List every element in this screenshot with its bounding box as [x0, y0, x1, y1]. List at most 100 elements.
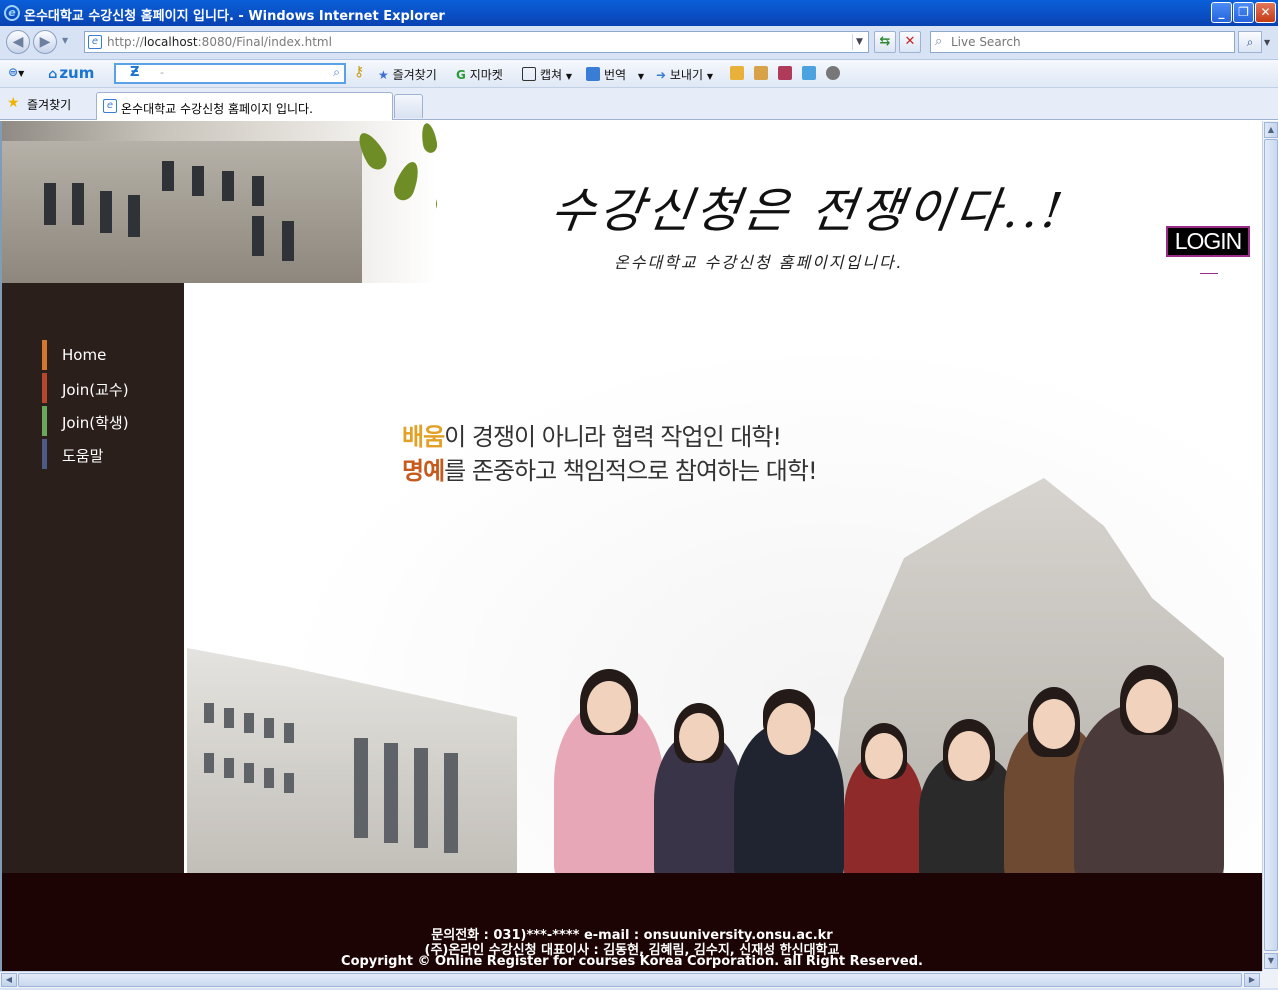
building-window — [282, 221, 294, 261]
footer-copyright: Copyright © Online Register for courses … — [341, 954, 923, 969]
minimize-button[interactable]: _ — [1211, 2, 1232, 23]
stop-button[interactable]: ✕ — [899, 31, 921, 53]
scroll-down-icon[interactable]: ▼ — [1264, 953, 1278, 969]
building-window — [264, 768, 274, 788]
toolbar-translate-button[interactable]: 번역 ▼ — [586, 66, 644, 83]
sidebar-item-join-professor[interactable]: Join(교수) — [42, 373, 162, 403]
sidebar-item-help[interactable]: 도움말 — [42, 439, 162, 469]
favorites-button[interactable]: 즐겨찾기 — [27, 96, 71, 113]
building-window — [252, 176, 264, 206]
back-button[interactable]: ◀ — [6, 30, 30, 54]
nav-color-bar — [42, 439, 47, 469]
student-face — [948, 731, 990, 781]
search-icon[interactable]: ⌕ — [333, 65, 340, 80]
sidebar-item-label: 도움말 — [62, 447, 104, 465]
home-icon: ⌂ — [48, 67, 58, 82]
building-window — [244, 713, 254, 733]
live-search-box[interactable]: ⌕ — [930, 31, 1235, 53]
zum-search-value: - — [160, 66, 164, 79]
toolbar-translate-label: 번역 — [604, 68, 627, 82]
building-window — [222, 171, 234, 201]
zum-logo[interactable]: ⌂ zum — [48, 64, 94, 82]
tagline-2-text: 를 존중하고 책임적으로 참여하는 대학! — [444, 457, 817, 485]
horizontal-scrollbar[interactable]: ◀ ▶ — [0, 971, 1262, 988]
url-dropdown-icon[interactable]: ▼ — [852, 34, 866, 50]
twitter-icon[interactable] — [802, 66, 820, 81]
restore-button[interactable]: ❐ — [1233, 2, 1254, 23]
sidebar-item-label: Join(교수) — [62, 381, 129, 399]
toolbar-gmarket-button[interactable]: G 지마켓 — [456, 66, 503, 83]
refresh-button[interactable]: ⇆ — [874, 31, 896, 53]
horizontal-scroll-thumb[interactable] — [18, 973, 1242, 987]
building-window — [244, 763, 254, 783]
hero-section: 배움이 경쟁이 아니라 협력 작업인 대학! 명예를 존중하고 책임적으로 참여… — [184, 283, 1262, 873]
toolbar-capture-label: 캡쳐 — [540, 68, 563, 82]
student — [844, 723, 924, 873]
book-icon[interactable] — [778, 66, 796, 81]
note-icon[interactable] — [730, 66, 748, 81]
toolbar-favorites-label: 즐겨찾기 — [392, 68, 437, 82]
vertical-scrollbar[interactable]: ▲ ▼ — [1262, 121, 1278, 971]
site-footer: 문의전화 : 031)***-**** e-mail : onsuunivers… — [2, 873, 1262, 971]
live-search-input[interactable] — [951, 33, 1231, 51]
leaf — [390, 158, 424, 204]
toolbar-favorites-button[interactable]: ★ 즐겨찾기 — [378, 66, 437, 83]
url-field[interactable]: e http://localhost:8080/Final/index.html… — [84, 31, 869, 53]
site-header: 수강신청은 전쟁이다..! 온수대학교 수강신청 홈페이지입니다. LOGIN — [2, 121, 1262, 283]
vertical-scroll-thumb[interactable] — [1264, 139, 1278, 951]
student — [554, 669, 664, 873]
ie-logo-icon: e — [4, 5, 20, 21]
student-face — [1126, 679, 1172, 733]
sidebar-item-label: Join(학생) — [62, 414, 129, 432]
close-button[interactable]: ✕ — [1255, 2, 1276, 23]
building-window — [414, 748, 428, 848]
key-icon[interactable]: ⚷ — [354, 64, 364, 80]
leaf — [431, 174, 437, 218]
zum-search-box[interactable]: Ƶ - ⌕ — [114, 63, 346, 84]
student-face — [1033, 699, 1075, 749]
header-campus-photo — [2, 121, 437, 283]
building-window — [44, 183, 56, 225]
search-icon: ⌕ — [935, 34, 943, 49]
search-options-dropdown-icon[interactable]: ▼ — [1264, 38, 1270, 47]
hero-tagline-1: 배움이 경쟁이 아니라 협력 작업인 대학! — [402, 417, 782, 452]
header-slogan: 수강신청은 전쟁이다..! — [547, 183, 1070, 239]
tab-bar: ★ 즐겨찾기 e 온수대학교 수강신청 홈페이지 입니다. — [0, 88, 1278, 120]
student-face — [767, 703, 811, 755]
more-options-icon[interactable] — [826, 66, 844, 81]
hero-tagline-2: 명예를 존중하고 책임적으로 참여하는 대학! — [402, 451, 818, 486]
nav-color-bar — [42, 373, 47, 403]
tab-label: 온수대학교 수강신청 홈페이지 입니다. — [121, 102, 313, 116]
search-go-button[interactable]: ⌕ — [1238, 31, 1262, 53]
header-building — [2, 141, 362, 283]
toolbar-capture-button[interactable]: 캡쳐 ▼ — [522, 66, 572, 83]
leaf — [419, 122, 437, 154]
tab-current[interactable]: e 온수대학교 수강신청 홈페이지 입니다. — [96, 92, 393, 120]
broom-icon[interactable] — [754, 66, 772, 81]
login-button[interactable]: LOGIN — [1166, 226, 1250, 257]
student — [654, 703, 744, 873]
sidebar-item-join-student[interactable]: Join(학생) — [42, 406, 162, 436]
history-dropdown-icon[interactable]: ▼ — [62, 36, 68, 45]
sidebar-item-label: Home — [62, 346, 107, 364]
nav-color-bar — [42, 406, 47, 436]
scroll-up-icon[interactable]: ▲ — [1264, 122, 1278, 138]
note-icon-glyph — [730, 66, 744, 80]
sidebar-item-home[interactable]: Home — [42, 340, 162, 370]
scroll-right-icon[interactable]: ▶ — [1244, 973, 1260, 987]
scroll-left-icon[interactable]: ◀ — [1, 973, 17, 987]
toolbar-send-label: 보내기 — [669, 68, 704, 82]
new-tab-button[interactable] — [394, 94, 423, 118]
student-face — [865, 733, 903, 779]
building-window — [224, 758, 234, 778]
book-icon-glyph — [778, 66, 792, 80]
tagline-1-text: 이 경쟁이 아니라 협력 작업인 대학! — [444, 423, 782, 451]
favorites-star-icon: ★ — [378, 68, 389, 82]
favorites-star-icon[interactable]: ★ — [7, 95, 20, 111]
login-underline — [1200, 273, 1218, 274]
forward-button[interactable]: ▶ — [33, 30, 57, 54]
ie-menu-icon[interactable]: ⊜▼ — [8, 65, 24, 79]
building-window — [264, 718, 274, 738]
tagline-2-highlight: 명예 — [402, 457, 445, 485]
toolbar-send-button[interactable]: ➜ 보내기 ▼ — [656, 66, 713, 83]
